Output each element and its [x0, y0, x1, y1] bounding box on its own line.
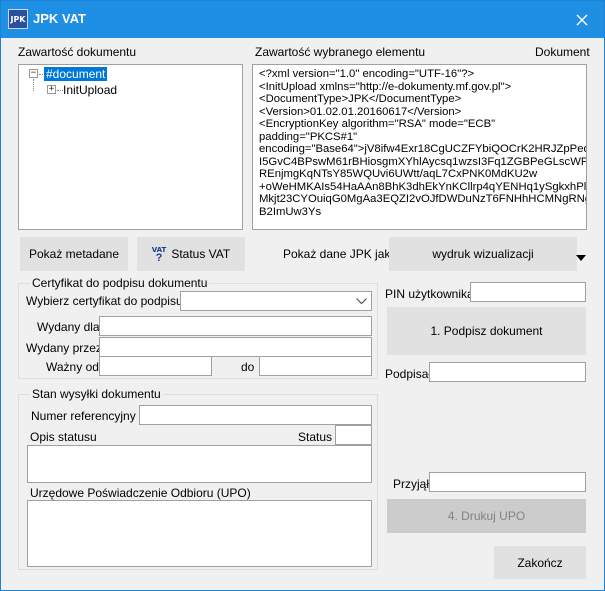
certificate-group-title: Certyfikat do podpisu dokumentu [30, 276, 210, 290]
reference-number-label: Numer referencyjny [31, 409, 136, 423]
vat-question-icon: VAT ? [151, 246, 167, 264]
xml-line: <DocumentType>JPK</DocumentType> [259, 93, 462, 105]
xml-line: <InitUpload xmlns="http://e-dokumenty.mf… [259, 80, 512, 93]
valid-to-label: do [241, 360, 255, 374]
show-as-label: Pokaż dane JPK jako: [283, 247, 401, 261]
xml-line: encoding="Base64">jV8ifw4Exr18CgUCZFYbiQ… [259, 143, 587, 155]
pin-label: PIN użytkownika [385, 287, 474, 301]
upo-label: Urzędowe Poświadczenie Odbioru (UPO) [30, 486, 251, 500]
app-logo-icon: JPK [8, 9, 28, 29]
jpk-vat-dialog: JPK JPK VAT Zawartość dokumentu Zawartoś… [0, 0, 605, 591]
view-mode-dropdown-arrow[interactable] [576, 250, 586, 264]
valid-from-label: Ważny od [46, 360, 99, 374]
status-code-field[interactable] [335, 425, 372, 445]
issued-to-field[interactable] [99, 316, 372, 336]
xml-line: +oWeHMKAIs54HaAAn8BhK3dhEkYnKCllrp4qYENH… [259, 180, 587, 193]
signed-by-label: Podpisał [385, 367, 432, 381]
tree-node-initupload[interactable]: InitUpload [63, 83, 117, 97]
xml-line: <EncryptionKey algorithm="RSA" mode="ECB… [259, 118, 496, 130]
reference-number-field[interactable] [139, 405, 372, 425]
pin-field[interactable] [470, 282, 586, 302]
valid-from-field[interactable] [99, 356, 212, 376]
title-bar: JPK JPK VAT [1, 1, 604, 38]
collapse-icon[interactable]: − [29, 69, 38, 78]
status-label: Status [298, 430, 333, 444]
xml-line: padding="PKCS#1" [259, 130, 358, 143]
upo-field[interactable] [27, 500, 372, 567]
issued-to-label: Wydany dla [37, 320, 100, 334]
status-description-label: Opis statusu [30, 430, 97, 444]
issued-by-label: Wydany przez [26, 341, 102, 355]
xml-line: <?xml version="1.0" encoding="UTF-16"?> [259, 68, 475, 80]
signed-by-field[interactable] [429, 362, 586, 382]
xml-line: REnjmgKqNTsY85WQUvi6UWtt/aqL7CxPNK0MdKU2… [259, 168, 538, 180]
tree-connector [33, 79, 34, 91]
xml-line: B2ImUw3Ys [259, 205, 322, 218]
xml-line: <Version>01.02.01.20160617</Version> [259, 105, 462, 118]
accepted-by-field[interactable] [429, 472, 586, 492]
print-upo-button[interactable]: 4. Drukuj UPO [387, 499, 586, 533]
view-mode-button[interactable]: wydruk wizualizacji [389, 237, 577, 271]
status-vat-label: Status VAT [171, 247, 231, 261]
chevron-down-icon [356, 298, 367, 305]
accepted-by-label: Przyjął [393, 477, 430, 491]
xml-content-view[interactable]: <?xml version="1.0" encoding="UTF-16"?> … [252, 64, 587, 230]
certificate-select[interactable] [180, 291, 372, 311]
document-label: Dokument [535, 45, 590, 59]
document-content-label: Zawartość dokumentu [18, 45, 137, 59]
issued-by-field[interactable] [99, 337, 372, 357]
expand-icon[interactable]: + [47, 85, 56, 94]
valid-to-field[interactable] [259, 356, 372, 376]
close-icon [576, 14, 587, 25]
status-description-field[interactable] [27, 445, 372, 483]
finish-button[interactable]: Zakończ [494, 546, 586, 579]
xml-line: I5GvC4BPswM61rBHiosgmXYhlAycsq1wzsI3Fq1Z… [259, 155, 587, 168]
select-certificate-label: Wybierz certyfikat do podpisu [26, 294, 183, 308]
selected-element-label: Zawartość wybranego elementu [255, 45, 426, 59]
window-title: JPK VAT [33, 11, 86, 26]
document-tree[interactable]: − #document + InitUpload [18, 64, 243, 230]
sending-status-group-title: Stan wysyłki dokumentu [30, 387, 163, 401]
tree-node-document[interactable]: #document [44, 67, 108, 81]
status-vat-button[interactable]: VAT ? Status VAT [137, 237, 245, 271]
sign-document-button[interactable]: 1. Podpisz dokument [387, 307, 586, 355]
xml-line: Mkjt23CYOuiqG0MgAa3EQZI2vOJfDWDuNzT6FNHh… [259, 193, 587, 205]
close-button[interactable] [559, 1, 604, 38]
show-metadata-button[interactable]: Pokaż metadane [20, 237, 128, 271]
triangle-down-icon [576, 255, 586, 261]
